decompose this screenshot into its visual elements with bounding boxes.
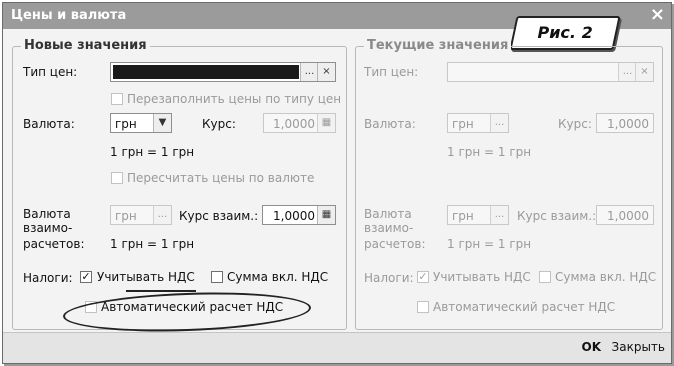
current-settle-rate-field[interactable]: 1,0000 [596, 205, 654, 225]
dialog-footer: OK Закрыть [3, 332, 671, 363]
rate-value: 1,0000 [273, 117, 315, 131]
current-settle-rate-label: Курс взаим.: [517, 209, 597, 223]
current-currency-field[interactable]: грн ... [447, 113, 509, 133]
current-settle-rate-value: 1,0000 [607, 209, 649, 223]
current-currency-label: Валюта: [364, 117, 416, 131]
current-rate-value: 1,0000 [607, 117, 649, 131]
current-price-type-field[interactable]: ... × [447, 62, 654, 82]
current-auto-vat-checkbox[interactable] [417, 301, 429, 313]
current-sum-incl-vat-label: Сумма вкл. НДС [555, 270, 657, 284]
current-price-type-label: Тип цен: [364, 65, 419, 79]
taxes-label: Налоги: [23, 271, 73, 285]
current-settle-note: 1 грн = 1 грн [447, 237, 532, 251]
figure-label-text: Рис. 2 [537, 23, 593, 42]
currency-value: грн [115, 117, 137, 131]
settle-rate-field[interactable]: 1,0000 ▦ [262, 205, 336, 225]
settle-currency-value: грн [115, 209, 137, 223]
currency-select[interactable]: грн ▼ [110, 113, 172, 133]
settle-currency-label-3: расчетов: [23, 237, 85, 251]
current-settle-label-1: Валюта [364, 207, 412, 221]
current-settle-currency-value: грн [452, 209, 474, 223]
price-type-select-button[interactable]: ... [300, 63, 318, 81]
current-price-type-select-button[interactable]: ... [618, 63, 636, 81]
current-currency-note: 1 грн = 1 грн [447, 145, 532, 159]
rate-label: Курс: [202, 117, 236, 131]
refill-prices-label: Перезаполнить цены по типу цен [127, 92, 342, 106]
settle-currency-label-1: Валюта [23, 207, 71, 221]
chevron-down-icon[interactable]: ▼ [153, 114, 171, 132]
current-include-vat-label: Учитывать НДС [433, 270, 531, 284]
settle-note: 1 грн = 1 грн [110, 237, 195, 251]
current-currency-select-button[interactable]: ... [490, 114, 508, 132]
current-settle-label-3: расчетов: [364, 237, 426, 251]
window-title: Цены и валюта [11, 8, 127, 23]
current-settle-currency-field[interactable]: грн ... [447, 205, 509, 225]
settle-rate-label: Курс взаим.: [179, 209, 259, 223]
settle-rate-value: 1,0000 [273, 209, 315, 223]
price-type-label: Тип цен: [23, 65, 78, 79]
refill-prices-checkbox[interactable] [111, 93, 123, 105]
current-auto-vat-label: Автоматический расчет НДС [433, 300, 616, 314]
currency-label: Валюта: [23, 117, 75, 131]
current-rate-label: Курс: [558, 117, 592, 131]
settle-currency-field[interactable]: грн ... [110, 205, 172, 225]
current-sum-incl-vat-checkbox[interactable] [539, 271, 551, 283]
sum-incl-vat-checkbox[interactable] [211, 271, 223, 283]
currency-dialog: Цены и валюта × Рис. 2 Новые значения Ти… [2, 2, 672, 364]
close-icon[interactable]: × [650, 5, 665, 25]
currency-note: 1 грн = 1 грн [110, 145, 195, 159]
close-button[interactable]: Закрыть [612, 340, 665, 354]
ok-button[interactable]: OK [582, 340, 602, 354]
current-settle-select-button[interactable]: ... [490, 206, 508, 224]
current-settle-label-2: взаимо- [364, 221, 414, 235]
new-values-group: Новые значения Тип цен: ... × Перезаполн… [12, 38, 347, 330]
settle-currency-label-2: взаимо- [23, 221, 73, 235]
current-values-group: Текущие значения Тип цен: ... × Валюта: … [355, 38, 663, 330]
sum-incl-vat-label: Сумма вкл. НДС [227, 270, 329, 284]
price-type-field[interactable]: ... × [110, 62, 336, 82]
new-values-title: Новые значения [21, 38, 150, 53]
calculator-icon[interactable]: ▦ [317, 206, 335, 224]
figure-label: Рис. 2 [509, 16, 621, 50]
settle-currency-select-button[interactable]: ... [153, 206, 171, 224]
current-rate-field[interactable]: 1,0000 [596, 113, 654, 133]
current-taxes-label: Налоги: [364, 271, 414, 285]
price-type-clear-icon[interactable]: × [317, 63, 335, 81]
recalc-prices-label: Пересчитать цены по валюте [127, 171, 315, 185]
price-type-value-selection [113, 65, 299, 79]
current-values-title: Текущие значения [364, 38, 512, 53]
current-include-vat-checkbox[interactable]: ✓ [417, 271, 429, 283]
calculator-icon[interactable]: ▦ [317, 114, 335, 132]
current-price-type-clear-icon[interactable]: × [635, 63, 653, 81]
include-vat-checkbox[interactable]: ✓ [80, 271, 92, 283]
recalc-prices-checkbox[interactable] [111, 172, 123, 184]
current-currency-value: грн [452, 117, 474, 131]
annotation-underline [126, 290, 196, 292]
rate-field[interactable]: 1,0000 ▦ [263, 113, 336, 133]
include-vat-label: Учитывать НДС [97, 270, 195, 284]
